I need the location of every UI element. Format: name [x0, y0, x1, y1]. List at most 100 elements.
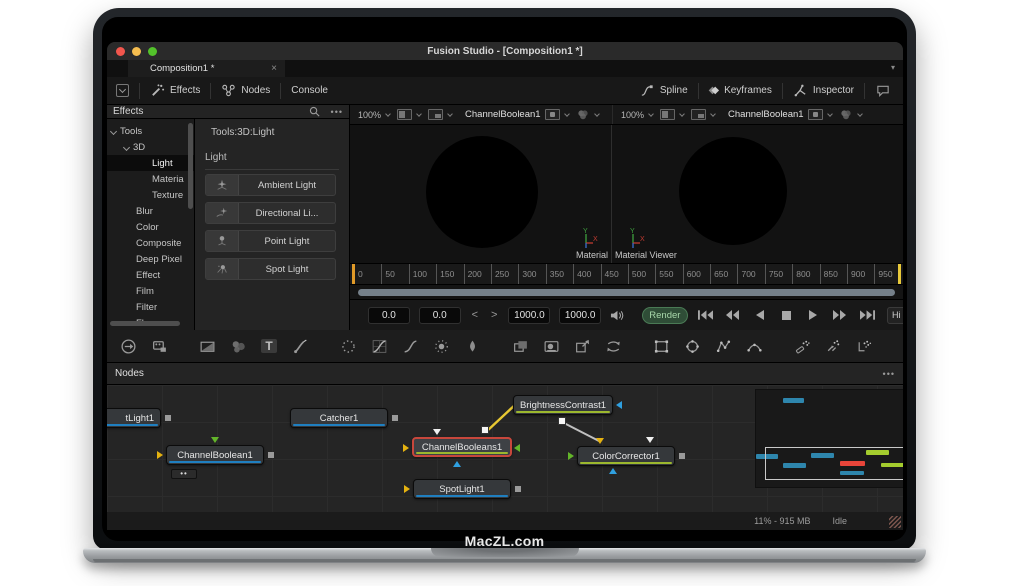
step-forward-button[interactable]: > — [489, 309, 499, 321]
duration-field[interactable]: 1000.0 — [559, 307, 601, 324]
tree-item-tools[interactable]: Tools — [107, 123, 194, 139]
tree-item-3d[interactable]: 3D — [107, 139, 194, 155]
input-port[interactable] — [646, 437, 654, 443]
title-bar[interactable]: Fusion Studio - [Composition1 *] — [107, 42, 903, 60]
input-port[interactable] — [568, 452, 574, 460]
resize-icon[interactable] — [573, 337, 591, 355]
transform-icon[interactable] — [604, 337, 622, 355]
stop-button[interactable] — [777, 307, 795, 323]
tree-horizontal-scrollbar[interactable] — [110, 321, 180, 326]
split-view-icon[interactable] — [660, 109, 675, 120]
tree-vertical-scrollbar[interactable] — [188, 123, 193, 209]
tree-item-texture[interactable]: Texture — [107, 187, 194, 203]
zoom-level-left[interactable]: 100% — [358, 110, 381, 120]
node-channelboolean1[interactable]: ChannelBoolean1 — [166, 445, 264, 465]
layout-icon[interactable] — [428, 109, 443, 120]
nodes-panel-button[interactable]: Nodes — [221, 83, 270, 98]
output-port[interactable] — [679, 453, 685, 459]
tree-item-composite[interactable]: Composite — [107, 235, 194, 251]
viewer-source-left[interactable]: ChannelBoolean1 — [465, 109, 541, 120]
viewer-source-right[interactable]: ChannelBoolean1 — [728, 109, 804, 120]
playhead[interactable] — [352, 264, 355, 284]
current-frame-field[interactable]: 0.0 — [419, 307, 461, 324]
tree-item-material[interactable]: Materia — [107, 171, 194, 187]
tree-item-blur[interactable]: Blur — [107, 203, 194, 219]
node-brightnesscontrast1[interactable]: BrightnessContrast1 — [513, 395, 613, 415]
composition-tab[interactable]: Composition1 * × — [128, 60, 285, 77]
output-port[interactable] — [268, 452, 274, 458]
node-channelbooleans1-selected[interactable]: ChannelBooleans1 — [412, 437, 512, 457]
ambient-light-button[interactable]: Ambient Light — [205, 174, 336, 196]
p-render-icon[interactable] — [855, 337, 873, 355]
inspector-panel-button[interactable]: Inspector — [793, 83, 854, 98]
effects-panel-button[interactable]: Effects — [150, 83, 200, 98]
output-port[interactable] — [515, 486, 521, 492]
timeline-scrollbar[interactable] — [358, 289, 895, 296]
go-start-button[interactable] — [697, 307, 715, 323]
input-port[interactable] — [404, 485, 410, 493]
output-port[interactable] — [481, 426, 489, 434]
output-port[interactable] — [165, 415, 171, 421]
input-port[interactable] — [514, 444, 520, 452]
step-back-button[interactable]: < — [470, 309, 480, 321]
more-options-icon[interactable]: ••• — [883, 369, 895, 379]
color-wheel-icon[interactable] — [576, 109, 590, 121]
particles-icon[interactable] — [339, 337, 357, 355]
window-expand-icon[interactable] — [116, 84, 129, 97]
speaker-icon[interactable] — [610, 309, 625, 322]
console-panel-button[interactable]: Console — [291, 85, 328, 96]
fast-forward-button[interactable] — [831, 307, 849, 323]
input-port[interactable] — [433, 429, 441, 435]
range-start-field[interactable]: 0.0 — [368, 307, 410, 324]
matte-control-icon[interactable] — [542, 337, 560, 355]
input-port[interactable] — [211, 437, 219, 443]
input-port[interactable] — [157, 451, 163, 459]
background-icon[interactable] — [198, 337, 216, 355]
go-end-button[interactable] — [858, 307, 876, 323]
color-wheel-icon[interactable] — [839, 109, 853, 121]
input-port[interactable] — [453, 461, 461, 467]
comments-icon[interactable] — [875, 83, 891, 98]
fastnoise-icon[interactable] — [229, 337, 247, 355]
tree-item-light[interactable]: Light — [107, 155, 194, 171]
layout-icon[interactable] — [691, 109, 706, 120]
lut-icon[interactable] — [808, 109, 823, 120]
color-gamma-icon[interactable] — [401, 337, 419, 355]
paint-icon[interactable] — [291, 337, 309, 355]
hiq-button[interactable]: Hi — [887, 307, 903, 324]
input-port[interactable] — [609, 468, 617, 474]
input-port[interactable] — [403, 444, 409, 452]
tab-list-dropdown-icon[interactable]: ▾ — [891, 63, 895, 72]
color-curves-icon[interactable] — [370, 337, 388, 355]
directional-light-button[interactable]: Directional Li... — [205, 202, 336, 224]
tree-item-film[interactable]: Film — [107, 283, 194, 299]
more-options-icon[interactable]: ••• — [331, 107, 343, 117]
merge-icon[interactable] — [511, 337, 529, 355]
output-port[interactable] — [392, 415, 398, 421]
node-colorcorrector1[interactable]: ColorCorrector1 — [577, 446, 675, 466]
output-port[interactable] — [558, 417, 566, 425]
time-ruler[interactable]: 0 50 100 150 200 250 300 350 400 450 500… — [350, 263, 903, 285]
tree-item-deep-pixel[interactable]: Deep Pixel — [107, 251, 194, 267]
brightness-contrast-icon[interactable] — [432, 337, 450, 355]
fast-rewind-button[interactable] — [724, 307, 742, 323]
blur-icon[interactable] — [463, 337, 481, 355]
tab-close-icon[interactable]: × — [271, 63, 277, 74]
left-viewer[interactable]: Y X Material — [350, 125, 612, 263]
play-reverse-button[interactable] — [751, 307, 769, 323]
node-spotlight1[interactable]: SpotLight1 — [413, 479, 511, 499]
rectangle-mask-icon[interactable] — [652, 337, 670, 355]
input-port[interactable] — [596, 438, 604, 444]
loader-icon[interactable] — [119, 337, 137, 355]
comment-badge[interactable]: •• — [171, 469, 197, 479]
resize-grip-icon[interactable] — [889, 516, 901, 528]
right-viewer[interactable]: Y X Material Viewer — [612, 125, 903, 263]
p-merge-icon[interactable] — [824, 337, 842, 355]
play-button[interactable] — [804, 307, 822, 323]
polygon-mask-icon[interactable] — [714, 337, 732, 355]
spline-panel-button[interactable]: Spline — [640, 83, 688, 98]
minimap-viewport[interactable] — [765, 447, 903, 480]
ellipse-mask-icon[interactable] — [683, 337, 701, 355]
node-catcher1[interactable]: Catcher1 — [290, 408, 388, 428]
text-icon[interactable]: T — [260, 337, 278, 355]
